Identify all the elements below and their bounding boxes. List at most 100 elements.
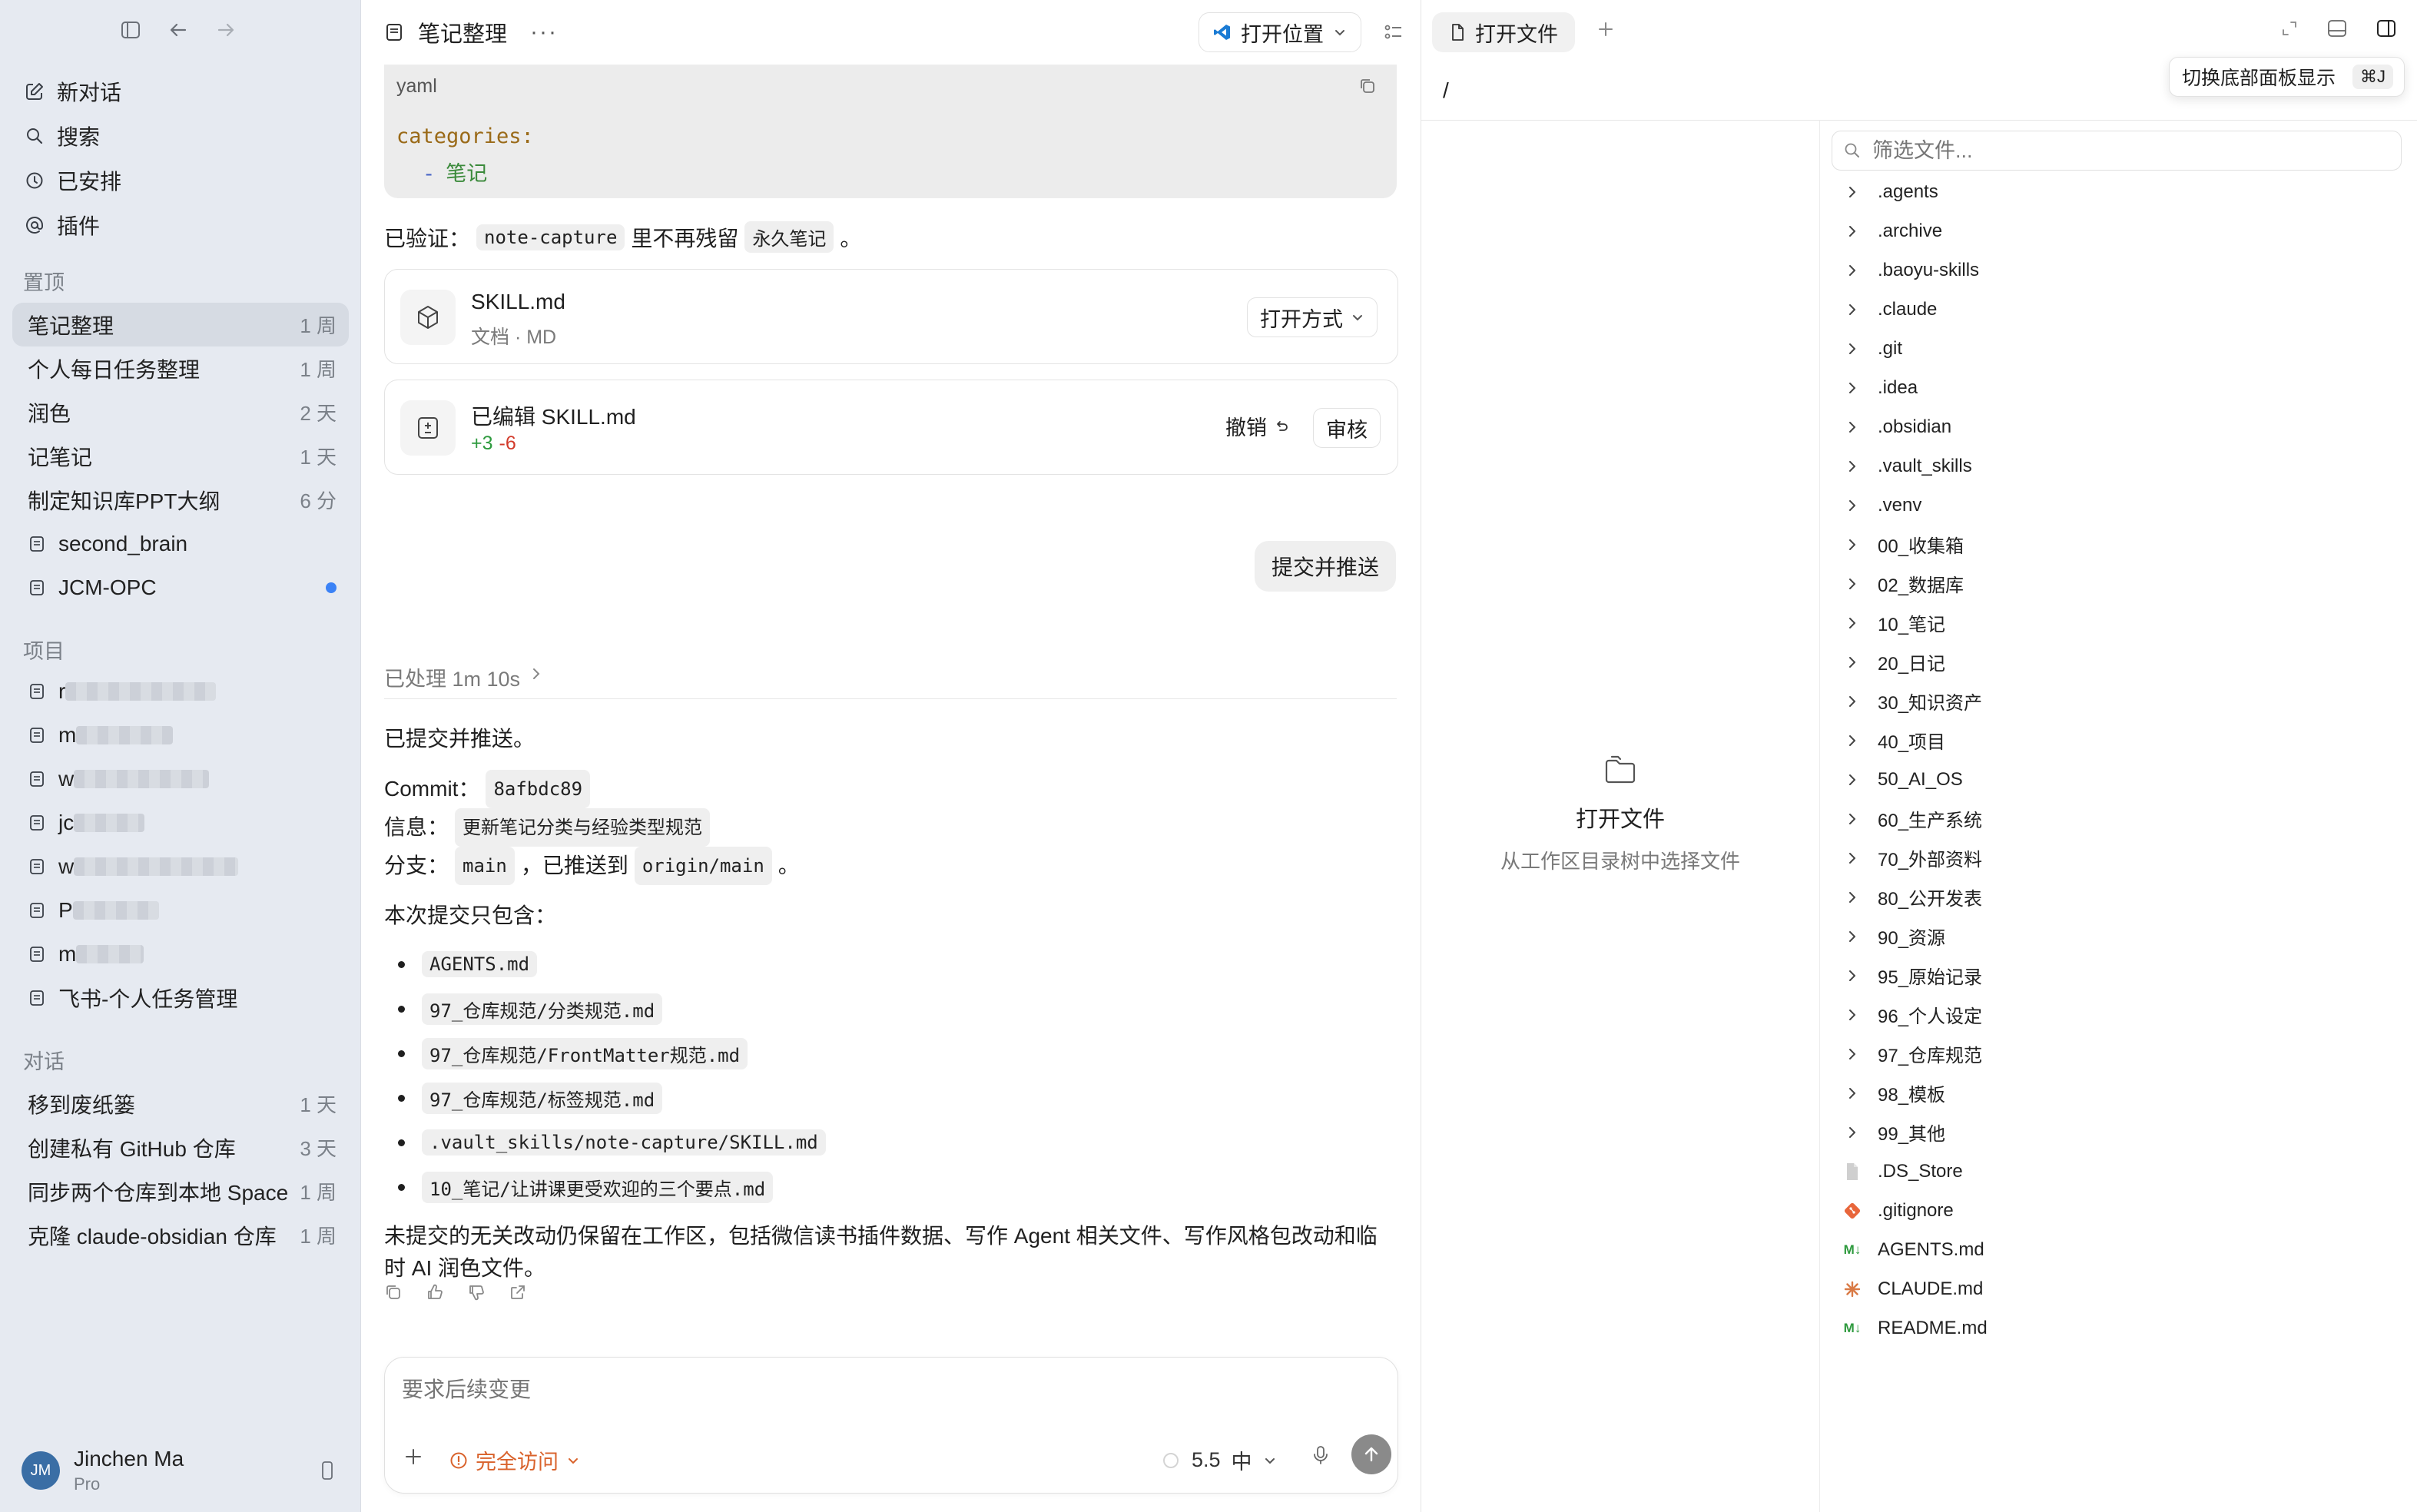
review-button[interactable]: 审核 xyxy=(1313,408,1381,448)
tree-folder[interactable]: 60_生产系统 xyxy=(1842,799,2395,838)
tree-folder[interactable]: 80_公开发表 xyxy=(1842,877,2395,917)
thumbs-down-icon[interactable] xyxy=(467,1283,486,1301)
loading-ring-icon xyxy=(1161,1451,1181,1471)
item-label: 飞书-个人任务管理 xyxy=(58,986,238,1011)
open-with-button[interactable]: 打开方式 xyxy=(1247,297,1378,337)
tree-folder[interactable]: 96_个人设定 xyxy=(1842,995,2395,1034)
open-with-label: 打开方式 xyxy=(1260,307,1343,331)
tree-folder[interactable]: 99_其他 xyxy=(1842,1112,2395,1152)
pinned-item[interactable]: 笔记整理 1 周 xyxy=(12,303,349,346)
tab-open-file[interactable]: 打开文件 xyxy=(1432,12,1575,52)
conversation-item[interactable]: 创建私有 GitHub 仓库 3 天 xyxy=(12,1126,349,1169)
forward-arrow-icon[interactable] xyxy=(214,18,237,41)
search-button[interactable]: 搜索 xyxy=(23,114,346,158)
project-item[interactable]: P xyxy=(12,888,349,932)
tree-folder[interactable]: .obsidian xyxy=(1842,407,2395,446)
project-item[interactable]: w xyxy=(12,757,349,801)
tree-folder[interactable]: 20_日记 xyxy=(1842,642,2395,681)
share-icon[interactable] xyxy=(509,1283,527,1301)
info-value: 更新笔记分类与经验类型规范 xyxy=(455,808,711,847)
file-path: 97_仓库规范/标签规范.md xyxy=(422,1082,663,1114)
tree-folder[interactable]: 10_笔记 xyxy=(1842,603,2395,642)
undo-button[interactable]: 撤销 xyxy=(1225,411,1290,441)
right-panel-icon[interactable] xyxy=(2376,18,2397,38)
shortcut-badge: ⌘J xyxy=(2352,65,2393,89)
filter-input[interactable] xyxy=(1872,138,2364,163)
tree-folder[interactable]: .agents xyxy=(1842,172,2395,211)
conversation-item[interactable]: 同步两个仓库到本地 Space 1 周 xyxy=(12,1169,349,1213)
tree-file[interactable]: M↓ README.md xyxy=(1842,1308,2395,1348)
tree-folder[interactable]: .baoyu-skills xyxy=(1842,250,2395,290)
send-button[interactable] xyxy=(1351,1434,1391,1474)
file-card[interactable]: SKILL.md 文档 · MD 打开方式 xyxy=(384,269,1398,364)
pinned-item[interactable]: 记笔记 1 天 xyxy=(12,434,349,478)
conversations-section-title: 对话 xyxy=(23,1050,65,1073)
pinned-item[interactable]: 润色 2 天 xyxy=(12,390,349,434)
project-item[interactable]: w xyxy=(12,844,349,888)
back-arrow-icon[interactable] xyxy=(167,18,190,41)
commit-label: Commit： xyxy=(384,777,480,801)
plus-icon[interactable] xyxy=(402,1445,425,1468)
tree-folder[interactable]: .venv xyxy=(1842,486,2395,525)
tree-folder[interactable]: .vault_skills xyxy=(1842,446,2395,486)
pinned-item[interactable]: JCM-OPC xyxy=(12,565,349,609)
thumbs-up-icon[interactable] xyxy=(426,1283,444,1301)
tree-folder[interactable]: 50_AI_OS xyxy=(1842,760,2395,799)
processed-status[interactable]: 已处理 1m 10s xyxy=(384,662,1397,699)
add-tab-icon[interactable] xyxy=(1595,18,1616,40)
project-item[interactable]: jc xyxy=(12,801,349,844)
tree-folder[interactable]: 40_项目 xyxy=(1842,721,2395,760)
microphone-icon[interactable] xyxy=(1311,1444,1331,1467)
new-chat-button[interactable]: 新对话 xyxy=(23,69,346,114)
model-select[interactable]: 5.5 中 xyxy=(1161,1445,1277,1475)
copy-icon[interactable] xyxy=(1358,77,1377,95)
divider[interactable] xyxy=(1819,121,1820,1512)
pinned-item[interactable]: 制定知识库PPT大纲 6 分 xyxy=(12,478,349,522)
tree-folder[interactable]: 95_原始记录 xyxy=(1842,956,2395,995)
composer-input[interactable] xyxy=(402,1378,1324,1402)
item-label: 制定知识库PPT大纲 xyxy=(28,489,220,513)
outline-list-icon[interactable] xyxy=(1383,22,1404,43)
tree-folder[interactable]: 70_外部资料 xyxy=(1842,838,2395,877)
tree-folder[interactable]: 98_模板 xyxy=(1842,1073,2395,1112)
expand-icon[interactable] xyxy=(2280,19,2299,38)
copy-icon[interactable] xyxy=(384,1283,403,1301)
more-options-button[interactable]: ··· xyxy=(530,19,558,45)
access-mode-select[interactable]: 完全访问 xyxy=(449,1445,580,1475)
page-title: 笔记整理 xyxy=(418,22,508,47)
tree-folder[interactable]: 30_知识资产 xyxy=(1842,681,2395,721)
tree-folder[interactable]: 90_资源 xyxy=(1842,917,2395,956)
project-item[interactable]: r xyxy=(12,669,349,713)
plugins-button[interactable]: 插件 xyxy=(23,203,346,247)
item-label: w xyxy=(58,854,75,878)
tree-folder[interactable]: 00_收集箱 xyxy=(1842,525,2395,564)
chevron-right-icon xyxy=(529,665,543,682)
phone-icon[interactable] xyxy=(318,1460,337,1481)
tree-folder[interactable]: 02_数据库 xyxy=(1842,564,2395,603)
tree-folder[interactable]: 97_仓库规范 xyxy=(1842,1034,2395,1073)
conversation-item[interactable]: 克隆 claude-obsidian 仓库 1 周 xyxy=(12,1213,349,1257)
project-item[interactable]: m xyxy=(12,932,349,976)
scheduled-button[interactable]: 已安排 xyxy=(23,158,346,203)
project-item[interactable]: m xyxy=(12,713,349,757)
pinned-item[interactable]: 个人每日任务整理 1 周 xyxy=(12,346,349,390)
user-profile[interactable]: JM Jinchen Ma Pro xyxy=(22,1440,344,1501)
tree-file[interactable]: CLAUDE.md xyxy=(1842,1269,2395,1308)
tree-folder[interactable]: .claude xyxy=(1842,290,2395,329)
item-label: jc xyxy=(58,810,75,834)
sidebar-toggle-icon[interactable] xyxy=(119,18,142,41)
bottom-panel-icon[interactable] xyxy=(2326,18,2348,38)
open-location-button[interactable]: 打开位置 xyxy=(1199,12,1361,52)
tree-file[interactable]: .gitignore xyxy=(1842,1191,2395,1230)
code-token: - xyxy=(423,162,436,186)
tree-file[interactable]: .DS_Store xyxy=(1842,1152,2395,1191)
project-item[interactable]: 飞书-个人任务管理 xyxy=(12,976,349,1020)
pinned-item[interactable]: second_brain xyxy=(12,522,349,565)
tree-folder[interactable]: .idea xyxy=(1842,368,2395,407)
conversation-item[interactable]: 移到废纸篓 1 天 xyxy=(12,1082,349,1126)
processed-label: 已处理 1m 10s xyxy=(384,668,521,691)
tree-folder[interactable]: .archive xyxy=(1842,211,2395,250)
tree-file[interactable]: M↓ AGENTS.md xyxy=(1842,1230,2395,1269)
tree-folder[interactable]: .git xyxy=(1842,329,2395,368)
doc-icon xyxy=(28,770,46,788)
